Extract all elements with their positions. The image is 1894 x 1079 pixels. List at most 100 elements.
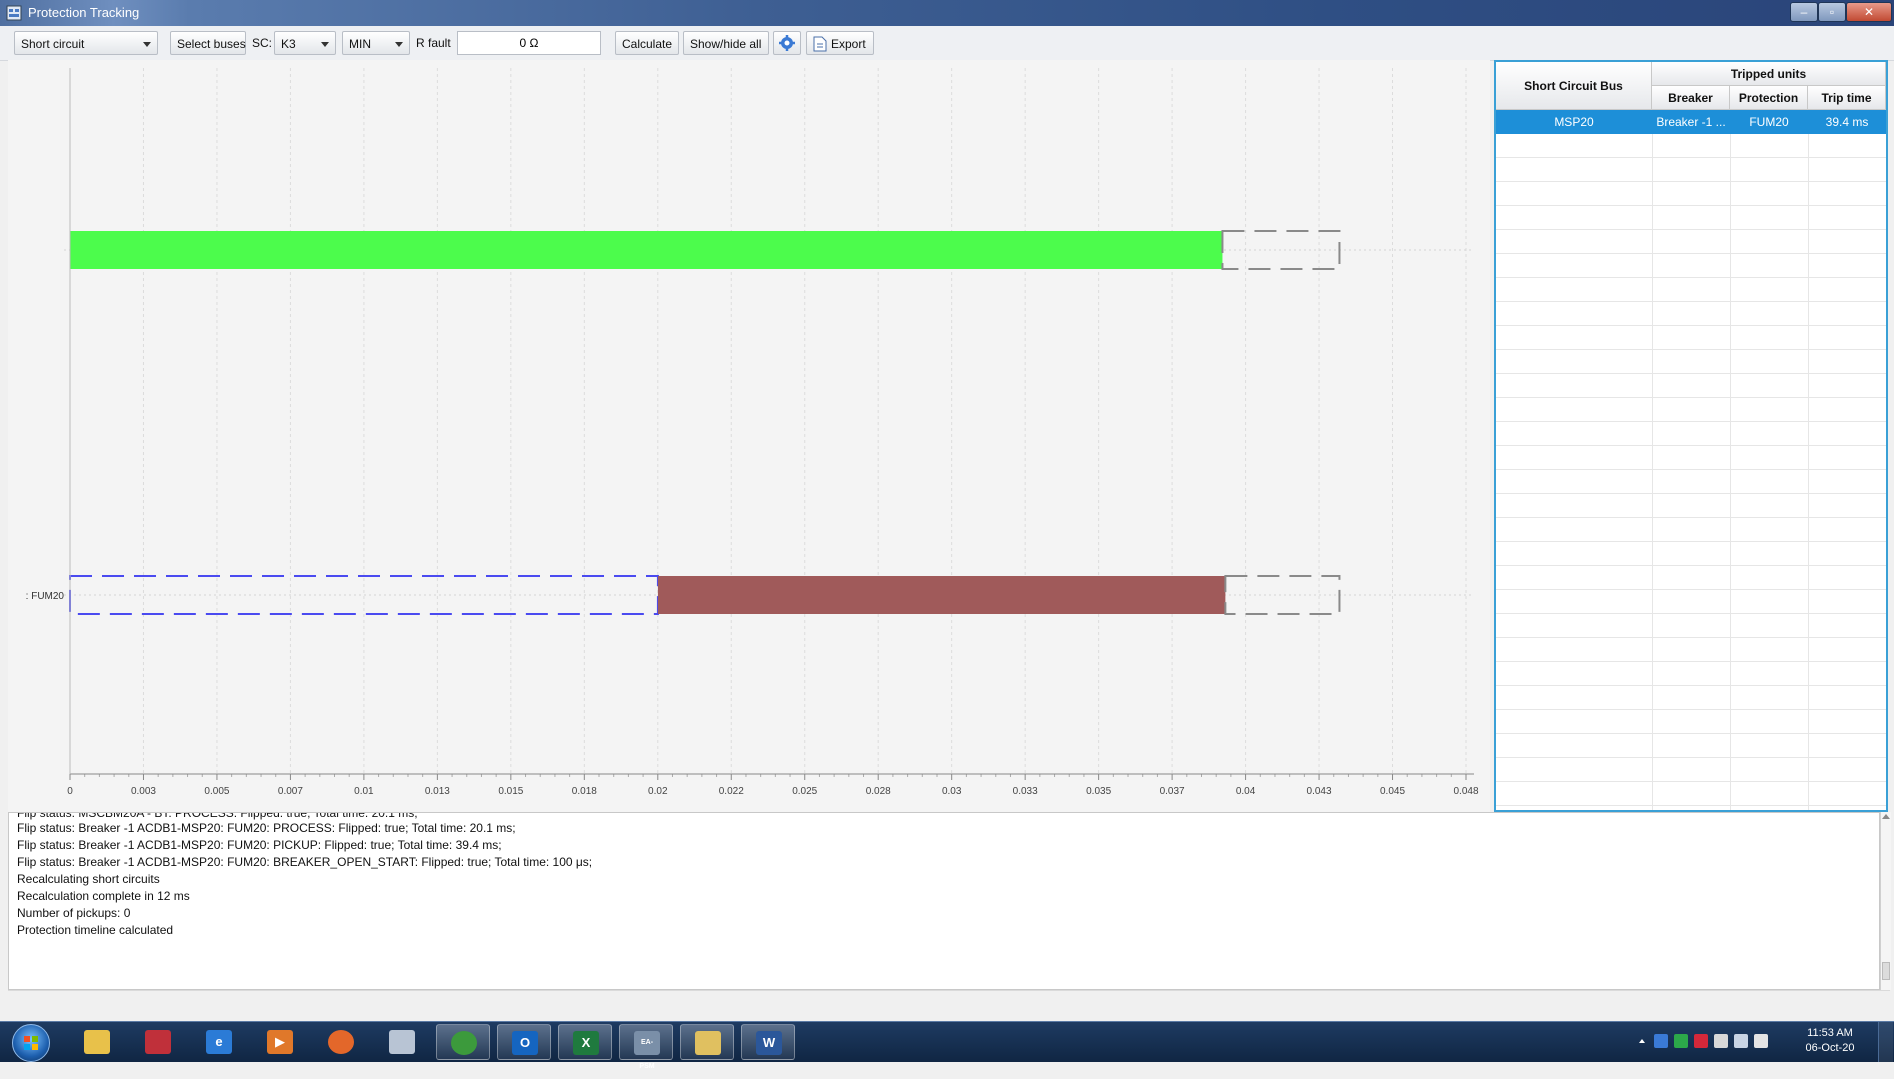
scrollbar-thumb[interactable] <box>1882 962 1890 980</box>
empty-table-row <box>1496 398 1886 422</box>
taskbar-file-explorer[interactable] <box>680 1024 734 1060</box>
chevron-down-icon <box>143 42 151 47</box>
log-scrollbar[interactable] <box>1880 812 1891 990</box>
system-clock[interactable]: 11:53 AM 06-Oct-20 <box>1795 1026 1865 1056</box>
row-label: : FUM20 <box>26 591 65 602</box>
column-header-trip-time[interactable]: Trip time <box>1808 86 1886 110</box>
x-tick-label: 0.015 <box>498 786 523 797</box>
log-output[interactable]: Flip status: MSCBM20A - BT: PROCESS: Fli… <box>8 812 1880 990</box>
sc-dropdown[interactable]: K3 <box>274 31 336 55</box>
column-divider <box>1730 110 1731 810</box>
cell-bus: MSP20 <box>1554 115 1594 129</box>
empty-table-row <box>1496 158 1886 182</box>
scroll-up-icon[interactable] <box>1882 814 1890 819</box>
media-player-icon: ▶ <box>267 1030 293 1054</box>
protection-timeline-chart: 0 0.003 0.005 0.007 0.01 0.013 0.015 0.018 0.02 0… <box>8 60 1490 812</box>
export-button[interactable]: Export <box>806 31 874 55</box>
empty-table-row <box>1496 302 1886 326</box>
empty-table-row <box>1496 326 1886 350</box>
mode-dropdown[interactable]: Short circuit <box>14 31 158 55</box>
close-button[interactable]: ✕ <box>1846 2 1892 22</box>
explorer-icon <box>84 1030 110 1054</box>
tray-expand-icon[interactable] <box>1638 1034 1646 1048</box>
maximize-button[interactable]: ▫ <box>1818 2 1846 22</box>
x-tick-label: 0.005 <box>204 786 229 797</box>
calculate-button[interactable]: Calculate <box>615 31 679 55</box>
log-line: Protection timeline calculated <box>17 923 174 937</box>
minmax-dropdown-value: MIN <box>349 37 371 51</box>
excel-icon: X <box>573 1031 599 1055</box>
show-desktop-button[interactable] <box>1878 1022 1893 1062</box>
taskbar-excel[interactable]: X <box>558 1024 612 1060</box>
taskbar-word[interactable]: W <box>741 1024 795 1060</box>
outlook-icon: O <box>512 1031 538 1055</box>
x-tick-label: 0 <box>67 786 73 797</box>
taskbar-media-player[interactable]: ▶ <box>253 1024 307 1060</box>
timeline-bar-filled[interactable] <box>70 231 1223 269</box>
ea-psm-icon: EA-PSM <box>634 1031 660 1070</box>
cell-trip-time: 39.4 ms <box>1825 115 1869 129</box>
taskbar-chrome[interactable] <box>436 1024 490 1060</box>
taskbar-firefox[interactable] <box>314 1024 368 1060</box>
empty-table-row <box>1496 710 1886 734</box>
minimize-button[interactable]: – <box>1790 2 1818 22</box>
taskbar-calculator[interactable] <box>375 1024 429 1060</box>
taskbar-snipping-tool[interactable] <box>131 1024 185 1060</box>
empty-table-row <box>1496 758 1886 782</box>
x-tick-label: 0.02 <box>648 786 668 797</box>
empty-table-row <box>1496 278 1886 302</box>
column-header-protection[interactable]: Protection <box>1730 86 1808 110</box>
clock-time: 11:53 AM <box>1807 1027 1853 1039</box>
file-explorer-icon <box>695 1031 721 1055</box>
empty-table-row <box>1496 566 1886 590</box>
export-label: Export <box>831 37 866 51</box>
app-icon <box>6 5 22 21</box>
log-line: Recalculation complete in 12 ms <box>17 889 190 903</box>
rfault-input[interactable] <box>457 31 601 55</box>
x-tick-label: 0.022 <box>719 786 744 797</box>
settings-button[interactable] <box>773 31 801 55</box>
action-center-flag-icon[interactable] <box>1714 1034 1728 1048</box>
internet-explorer-icon: e <box>206 1030 232 1054</box>
empty-table-row <box>1496 254 1886 278</box>
log-line: Flip status: Breaker -1 ACDB1-MSP20: FUM… <box>17 821 516 835</box>
qlik-tray-icon[interactable] <box>1674 1034 1688 1048</box>
gear-icon <box>779 35 795 51</box>
x-tick-label: 0.007 <box>278 786 303 797</box>
show-hide-all-button[interactable]: Show/hide all <box>683 31 769 55</box>
x-tick-label: 0.018 <box>572 786 597 797</box>
column-header-breaker[interactable]: Breaker <box>1652 86 1730 110</box>
window-title-bar: Protection Tracking – ▫ ✕ <box>0 0 1894 26</box>
x-tick-label: 0.03 <box>942 786 962 797</box>
snipping-tool-icon <box>145 1030 171 1054</box>
security-tray-icon[interactable] <box>1694 1034 1708 1048</box>
volume-icon[interactable] <box>1754 1034 1768 1048</box>
column-header-bus[interactable]: Short Circuit Bus <box>1496 62 1652 110</box>
calculator-icon <box>389 1030 415 1054</box>
taskbar-ea-psm[interactable]: EA-PSM <box>619 1024 673 1070</box>
taskbar-internet-explorer[interactable]: e <box>192 1024 246 1060</box>
sc-label: SC: <box>252 36 273 50</box>
empty-table-row <box>1496 134 1886 158</box>
tripped-units-table: Short Circuit Bus Tripped units Breaker … <box>1494 60 1888 812</box>
window-title: Protection Tracking <box>28 5 140 20</box>
network-icon[interactable] <box>1734 1034 1748 1048</box>
dropbox-tray-icon[interactable] <box>1654 1034 1668 1048</box>
empty-table-row <box>1496 206 1886 230</box>
column-divider <box>1808 110 1809 810</box>
log-line: Number of pickups: 0 <box>17 906 131 920</box>
minmax-dropdown[interactable]: MIN <box>342 31 410 55</box>
taskbar-outlook[interactable]: O <box>497 1024 551 1060</box>
x-tick-label: 0.043 <box>1307 786 1332 797</box>
export-document-icon <box>813 36 827 52</box>
start-button[interactable] <box>12 1024 50 1062</box>
select-buses-button[interactable]: Select buses <box>170 31 246 55</box>
timeline-bar-filled[interactable] <box>657 576 1226 614</box>
taskbar-explorer[interactable] <box>70 1024 124 1060</box>
timeline-bar-dashed[interactable] <box>1224 575 1341 615</box>
empty-table-row <box>1496 590 1886 614</box>
x-tick-label: 0.037 <box>1160 786 1185 797</box>
table-row[interactable]: MSP20 Breaker -1 ... FUM20 39.4 ms <box>1496 110 1886 134</box>
x-tick-label: 0.04 <box>1236 786 1256 797</box>
empty-table-row <box>1496 782 1886 806</box>
